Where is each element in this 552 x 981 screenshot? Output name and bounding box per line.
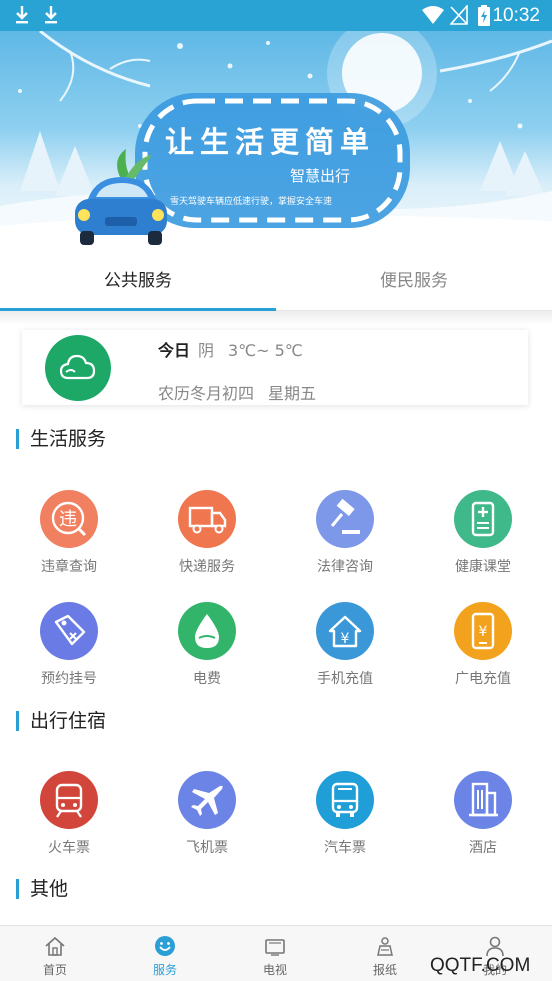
hotel-icon <box>454 771 512 829</box>
battery-icon <box>478 5 490 26</box>
service-tabs: 公共服务 便民服务 <box>0 251 552 311</box>
service-label: 飞机票 <box>186 840 228 856</box>
nav-item-home[interactable]: 首页 <box>0 926 110 981</box>
banner-subtitle: 智慧出行 <box>290 167 351 185</box>
svg-text:¥: ¥ <box>479 624 488 640</box>
clock: 10:32 <box>492 5 540 26</box>
nav-item-newspaper[interactable]: 报纸 <box>330 926 440 981</box>
download-icon <box>45 6 57 24</box>
violation-icon: 违 <box>40 490 98 548</box>
service-label: 广电充值 <box>455 671 511 687</box>
no-signal-icon <box>450 5 468 25</box>
section-accent-bar <box>16 879 19 899</box>
service-item-express[interactable]: 快递服务 <box>138 490 276 590</box>
section-header-other: 其他 <box>0 877 552 901</box>
service-label: 电费 <box>193 671 221 687</box>
service-item-health[interactable]: 健康课堂 <box>414 490 552 590</box>
banner-headline: 让生活更简单 <box>164 125 375 159</box>
newspaper-icon <box>377 937 393 956</box>
weather-temperature: 3℃~ 5℃ <box>228 341 303 360</box>
service-item-legal[interactable]: 法律咨询 <box>276 490 414 590</box>
tab-public-services[interactable]: 公共服务 <box>0 251 276 311</box>
weather-icon-badge <box>45 335 111 401</box>
service-item-train[interactable]: 火车票 <box>0 771 138 871</box>
nav-label: 服务 <box>152 963 177 977</box>
section-title: 出行住宿 <box>30 710 107 732</box>
section-title: 其他 <box>30 878 69 900</box>
section-accent-bar <box>16 429 19 449</box>
smile-icon <box>155 936 175 956</box>
section-header-life: 生活服务 <box>0 427 552 451</box>
service-label: 法律咨询 <box>317 559 373 575</box>
bus-icon <box>316 771 374 829</box>
lunar-date: 农历冬月初四 <box>158 384 255 403</box>
phone-yuan-icon: ¥ <box>454 602 512 660</box>
weekday: 星期五 <box>268 384 317 403</box>
banner-slogan: 雪天驾驶车辆应低速行驶，掌握安全车速 <box>170 197 333 207</box>
nav-item-tv[interactable]: 电视 <box>220 926 330 981</box>
service-label: 汽车票 <box>324 840 366 856</box>
weather-summary: 今日阴 3℃~ 5℃ <box>158 337 303 361</box>
tab-divider-shadow <box>0 311 552 325</box>
weather-card[interactable]: 今日阴 3℃~ 5℃ 农历冬月初四 星期五 <box>22 330 528 405</box>
home-icon <box>45 936 65 956</box>
service-item-flight[interactable]: 飞机票 <box>138 771 276 871</box>
user-icon <box>486 936 504 957</box>
nav-label: 首页 <box>42 963 67 977</box>
service-item-violation[interactable]: 违 违章查询 <box>0 490 138 590</box>
service-label: 酒店 <box>469 840 497 856</box>
service-label: 火车票 <box>48 840 90 856</box>
truck-icon <box>178 490 236 548</box>
weather-condition: 阴 <box>198 341 215 360</box>
service-label: 手机充值 <box>317 671 373 687</box>
service-item-mobile-topup[interactable]: ¥ 手机充值 <box>276 602 414 702</box>
svg-text:违: 违 <box>59 509 77 530</box>
status-bar: 10:32 <box>0 0 552 31</box>
section-header-travel: 出行住宿 <box>0 709 552 733</box>
section-title: 生活服务 <box>30 428 107 450</box>
tv-icon <box>265 939 285 956</box>
airplane-icon <box>178 771 236 829</box>
water-drop-icon <box>178 602 236 660</box>
nav-label: 报纸 <box>372 963 397 977</box>
house-yuan-icon: ¥ <box>316 602 374 660</box>
service-item-hotel[interactable]: 酒店 <box>414 771 552 871</box>
promo-banner[interactable]: 让生活更简单 智慧出行 雪天驾驶车辆应低速行驶，掌握安全车速 <box>0 31 552 251</box>
weather-date: 农历冬月初四 星期五 <box>158 380 330 404</box>
gavel-icon <box>316 490 374 548</box>
tab-convenience-services[interactable]: 便民服务 <box>276 251 552 311</box>
svg-text:¥: ¥ <box>341 631 350 647</box>
weather-day: 今日 <box>158 341 191 360</box>
wifi-icon <box>422 6 444 24</box>
service-label: 健康课堂 <box>455 559 511 575</box>
nav-label: 电视 <box>262 963 287 977</box>
section-accent-bar <box>16 711 19 731</box>
service-item-appointment[interactable]: 预约挂号 <box>0 602 138 702</box>
health-icon <box>454 490 512 548</box>
cloud-icon <box>60 354 96 380</box>
train-icon <box>40 771 98 829</box>
service-item-electricity[interactable]: 电费 <box>138 602 276 702</box>
ticket-tag-icon <box>40 602 98 660</box>
download-icon <box>16 6 28 24</box>
service-label: 违章查询 <box>41 559 97 575</box>
nav-item-services[interactable]: 服务 <box>110 926 220 981</box>
service-item-bus[interactable]: 汽车票 <box>276 771 414 871</box>
site-watermark: QQTF.COM <box>430 955 531 976</box>
service-label: 快递服务 <box>179 559 235 575</box>
service-item-tv-topup[interactable]: ¥ 广电充值 <box>414 602 552 702</box>
service-label: 预约挂号 <box>41 671 97 687</box>
